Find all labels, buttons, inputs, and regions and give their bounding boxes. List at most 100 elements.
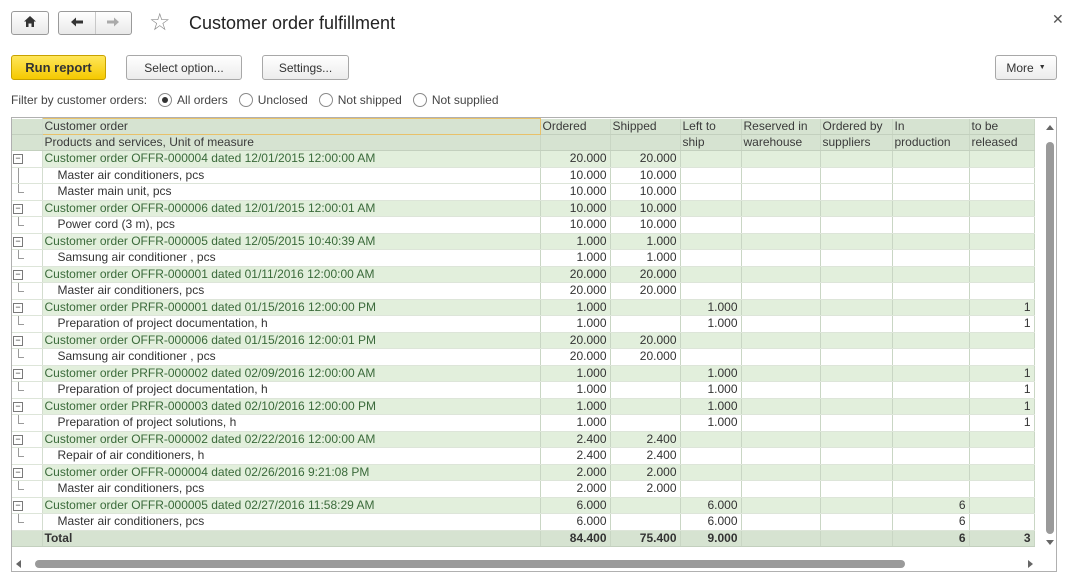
order-filter: Filter by customer orders: All orders Un… [11,91,499,109]
collapse-icon[interactable]: − [13,401,23,412]
radio-button[interactable] [238,93,253,107]
table-row[interactable]: − Customer order PRFR-000001 dated 01/15/… [12,299,1035,316]
table-row[interactable]: − Customer order OFFR-000004 dated 12/01/… [12,150,1035,168]
table-row[interactable]: − Customer order OFFR-000006 dated 12/01/… [12,200,1035,217]
table-row[interactable]: − Customer order OFFR-000006 dated 01/15/… [12,332,1035,349]
scroll-up-icon[interactable] [1046,125,1054,130]
home-button[interactable] [11,11,49,35]
scroll-down-icon[interactable] [1046,540,1054,545]
table-row[interactable]: − Customer order OFFR-000002 dated 02/22/… [12,431,1035,448]
collapse-icon[interactable]: − [13,154,23,164]
value-cell [820,348,893,366]
tree-toggle-cell[interactable]: − [12,266,43,283]
radio-button[interactable] [412,93,427,107]
value-cell [680,348,742,366]
collapse-icon[interactable]: − [13,467,23,478]
order-name: Customer order PRFR-000003 dated 02/10/2… [42,398,541,415]
table-row[interactable]: Power cord (3 m), pcs 10.000 10.000 [12,216,1035,234]
value-cell [680,150,742,168]
radio-all-orders[interactable]: All orders [158,93,228,107]
table-row[interactable]: Samsung air conditioner , pcs 1.000 1.000 [12,249,1035,267]
tree-toggle-cell[interactable]: − [12,365,43,382]
collapse-icon[interactable]: − [13,368,23,379]
value-cell: 1.000 [540,299,611,316]
radio-button[interactable] [318,93,333,107]
scroll-left-icon[interactable] [16,560,21,568]
value-cell: 1.000 [540,398,611,415]
horizontal-scroll-thumb[interactable] [35,560,905,568]
vertical-scrollbar[interactable] [1043,118,1056,571]
table-row[interactable]: − Customer order OFFR-000001 dated 01/11/… [12,266,1035,283]
header-customer-order[interactable]: Customer order [41,118,541,135]
select-option-button[interactable]: Select option... [126,55,242,80]
scroll-right-icon[interactable] [1028,560,1033,568]
collapse-icon[interactable]: − [13,500,23,511]
product-name: Preparation of project solutions, h [42,414,541,432]
star-icon[interactable]: ☆ [149,11,171,35]
value-cell [820,513,893,531]
table-row[interactable]: Repair of air conditioners, h 2.400 2.400 [12,447,1035,465]
value-cell: 1 [969,398,1035,415]
tree-toggle-cell[interactable]: − [12,464,43,481]
radio-button[interactable] [158,93,173,107]
table-row[interactable]: − Customer order PRFR-000002 dated 02/09/… [12,365,1035,382]
vertical-scroll-thumb[interactable] [1046,142,1054,534]
value-cell: 2.000 [610,464,681,481]
value-cell [892,266,970,283]
total-value [820,530,893,547]
value-cell [820,365,893,382]
radio-not-shipped[interactable]: Not shipped [318,93,402,107]
run-report-button[interactable]: Run report [11,55,106,80]
value-cell: 20.000 [540,348,611,366]
horizontal-scrollbar[interactable] [11,557,1057,571]
tree-toggle-cell[interactable]: − [12,431,43,448]
collapse-icon[interactable]: − [13,203,23,214]
settings-button[interactable]: Settings... [262,55,349,80]
value-cell: 1.000 [610,233,681,250]
tree-toggle-cell[interactable]: − [12,299,43,316]
tree-toggle-cell[interactable]: − [12,200,43,217]
collapse-icon[interactable]: − [13,269,23,280]
table-row[interactable]: Preparation of project solutions, h 1.000… [12,414,1035,432]
tree-toggle-cell[interactable]: − [12,332,43,349]
table-row[interactable]: Preparation of project documentation, h1… [12,315,1035,333]
value-cell [680,249,742,267]
value-cell [610,315,681,333]
table-row[interactable]: − Customer order OFFR-000005 dated 12/05/… [12,233,1035,250]
table-row[interactable]: − Customer order OFFR-000005 dated 02/27/… [12,497,1035,514]
value-cell [969,216,1035,234]
table-row[interactable]: Master main unit, pcs 10.000 10.000 [12,183,1035,201]
table-row[interactable]: Preparation of project documentation, h1… [12,381,1035,399]
close-icon[interactable]: ✕ [1052,11,1064,28]
back-button[interactable] [59,12,95,34]
tree-toggle-cell[interactable]: − [12,398,43,415]
table-row[interactable]: Master air conditioners, pcs 2.000 2.000 [12,480,1035,498]
table-row[interactable]: Samsung air conditioner , pcs 20.000 20.00… [12,348,1035,366]
forward-button[interactable] [94,12,131,34]
collapse-icon[interactable]: − [13,302,23,313]
order-name: Customer order OFFR-000006 dated 12/01/2… [42,200,541,217]
collapse-icon[interactable]: − [13,236,23,247]
more-button[interactable]: More ▼ [995,55,1057,80]
tree-toggle-cell[interactable]: − [12,233,43,250]
table-row[interactable]: Master air conditioners, pcs 10.000 10.000 [12,167,1035,184]
collapse-icon[interactable]: − [13,434,23,445]
value-cell: 2.400 [610,431,681,448]
collapse-icon[interactable]: − [13,335,23,346]
table-row[interactable]: − Customer order OFFR-000004 dated 02/26/… [12,464,1035,481]
radio-unclosed[interactable]: Unclosed [238,93,308,107]
value-cell [741,464,821,481]
value-cell [820,299,893,316]
value-cell [820,414,893,432]
order-name: Customer order PRFR-000001 dated 01/15/2… [42,299,541,316]
header-ordered-by-suppliers-2: suppliers [820,134,893,151]
table-row[interactable]: − Customer order PRFR-000003 dated 02/10/… [12,398,1035,415]
value-cell: 1 [969,315,1035,333]
tree-toggle-cell[interactable]: − [12,150,43,168]
table-row[interactable]: Master air conditioners, pcs 20.000 20.000 [12,282,1035,300]
radio-not-supplied[interactable]: Not supplied [412,93,499,107]
value-cell [741,282,821,300]
tree-toggle-cell[interactable]: − [12,497,43,514]
value-cell [892,381,970,399]
table-row[interactable]: Master air conditioners, pcs 6.000 6.000 6 [12,513,1035,531]
